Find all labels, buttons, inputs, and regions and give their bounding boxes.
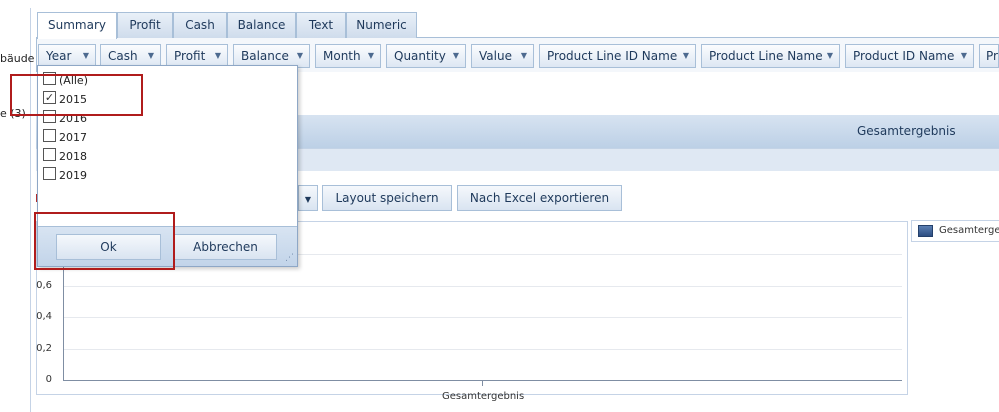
left-panel-border bbox=[30, 8, 31, 412]
field-product-id-name-label: Product ID Name bbox=[853, 49, 955, 63]
checkbox[interactable] bbox=[43, 167, 56, 180]
field-product-id-name[interactable]: Product ID Name ▼ bbox=[845, 44, 974, 68]
tab-cash[interactable]: Cash bbox=[173, 12, 227, 38]
tab-text[interactable]: Text bbox=[296, 12, 346, 38]
filter-option-label: 2019 bbox=[59, 169, 87, 182]
layout-dropdown-button[interactable]: ▼ bbox=[298, 185, 318, 211]
export-excel-label: Nach Excel exportieren bbox=[469, 191, 610, 205]
field-pr-label: Pr bbox=[986, 49, 998, 63]
y-tick-label: 0,4 bbox=[36, 311, 52, 322]
export-excel-button[interactable]: Nach Excel exportieren bbox=[457, 185, 622, 211]
legend-label: Gesamtergebnis bbox=[939, 225, 999, 236]
filter-icon[interactable]: ▼ bbox=[368, 45, 374, 67]
filter-icon[interactable]: ▼ bbox=[683, 45, 689, 67]
tab-numeric[interactable]: Numeric bbox=[346, 12, 417, 38]
field-product-line-name-label: Product Line Name bbox=[709, 49, 823, 63]
x-axis-tick bbox=[482, 380, 483, 386]
field-value[interactable]: Value ▼ bbox=[471, 44, 534, 68]
field-balance-label: Balance bbox=[241, 49, 289, 63]
tab-summary[interactable]: Summary bbox=[37, 12, 117, 39]
cancel-button[interactable]: Abbrechen bbox=[174, 234, 277, 260]
field-value-label: Value bbox=[479, 49, 512, 63]
left-label-building: bäude bbox=[0, 52, 35, 65]
tab-cash-label: Cash bbox=[185, 18, 215, 32]
filter-icon[interactable]: ▼ bbox=[297, 45, 303, 67]
field-product-line-id-name-label: Product Line ID Name bbox=[547, 49, 678, 63]
field-year-label: Year bbox=[46, 49, 72, 63]
highlight-box-ok bbox=[34, 212, 175, 270]
filter-icon[interactable]: ▼ bbox=[148, 45, 154, 67]
tab-profit[interactable]: Profit bbox=[117, 12, 173, 38]
x-category-label: Gesamtergebnis bbox=[442, 391, 525, 402]
gridline bbox=[64, 286, 902, 287]
tab-summary-label: Summary bbox=[48, 18, 106, 32]
gridline bbox=[64, 349, 902, 350]
checkbox[interactable] bbox=[43, 148, 56, 161]
field-quantity-label: Quantity bbox=[394, 49, 446, 63]
field-product-line-id-name[interactable]: Product Line ID Name ▼ bbox=[539, 44, 696, 68]
filter-icon[interactable]: ▼ bbox=[215, 45, 221, 67]
filter-icon[interactable]: ▼ bbox=[961, 45, 967, 67]
filter-icon[interactable]: ▼ bbox=[453, 45, 459, 67]
save-layout-button[interactable]: Layout speichern bbox=[322, 185, 452, 211]
tab-profit-label: Profit bbox=[129, 18, 161, 32]
field-quantity[interactable]: Quantity ▼ bbox=[386, 44, 466, 68]
tab-balance-label: Balance bbox=[237, 18, 286, 32]
chart-legend: Gesamtergebnis bbox=[911, 220, 999, 242]
y-tick-label: 0,2 bbox=[36, 343, 52, 354]
field-profit-label: Profit bbox=[174, 49, 206, 63]
save-layout-label: Layout speichern bbox=[335, 191, 439, 205]
filter-option-label: 2018 bbox=[59, 150, 87, 163]
resize-grip-icon[interactable]: ⋰ bbox=[285, 253, 294, 263]
field-cash-label: Cash bbox=[108, 49, 138, 63]
field-pr[interactable]: Pr bbox=[979, 44, 999, 68]
filter-icon[interactable]: ▼ bbox=[521, 45, 527, 67]
filter-icon[interactable]: ▼ bbox=[83, 45, 89, 67]
y-tick-label: 0 bbox=[45, 374, 52, 385]
filter-icon[interactable]: ▼ bbox=[827, 45, 833, 67]
tab-numeric-label: Numeric bbox=[356, 18, 407, 32]
cancel-button-label: Abbrechen bbox=[193, 240, 258, 254]
chevron-down-icon: ▼ bbox=[304, 195, 312, 204]
field-month-label: Month bbox=[323, 49, 361, 63]
pivot-grand-total-header: Gesamtergebnis bbox=[857, 124, 956, 138]
filter-option-label: 2017 bbox=[59, 131, 87, 144]
checkbox[interactable] bbox=[43, 129, 56, 142]
legend-swatch bbox=[918, 225, 933, 237]
field-month[interactable]: Month ▼ bbox=[315, 44, 381, 68]
tab-balance[interactable]: Balance bbox=[227, 12, 296, 38]
y-tick-label: 0,6 bbox=[36, 280, 52, 291]
highlight-box-2015 bbox=[10, 74, 143, 116]
gridline bbox=[64, 317, 902, 318]
field-product-line-name[interactable]: Product Line Name ▼ bbox=[701, 44, 840, 68]
tab-text-label: Text bbox=[308, 18, 334, 32]
